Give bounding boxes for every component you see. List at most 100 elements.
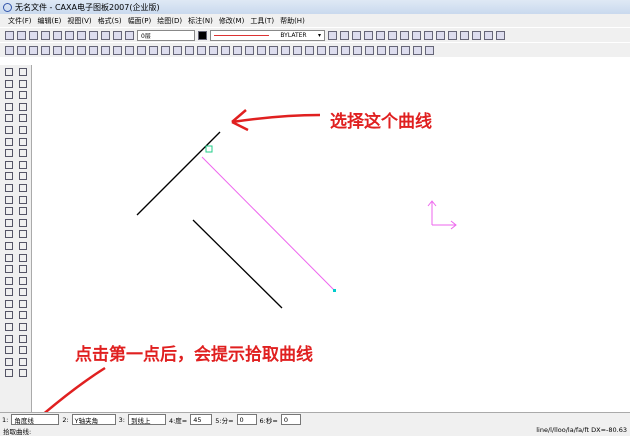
paste-icon[interactable] bbox=[77, 30, 86, 40]
tool-icon[interactable] bbox=[19, 149, 27, 158]
menu-tools[interactable]: 工具(T) bbox=[250, 16, 274, 26]
tool-icon[interactable] bbox=[161, 45, 170, 55]
tool-icon[interactable] bbox=[137, 45, 146, 55]
tool-icon[interactable] bbox=[19, 172, 27, 181]
tool-icon[interactable] bbox=[113, 45, 122, 55]
tool-icon[interactable] bbox=[19, 346, 27, 355]
cut-icon[interactable] bbox=[53, 30, 62, 40]
undo-icon[interactable] bbox=[89, 30, 98, 40]
curve-line-2[interactable] bbox=[192, 219, 283, 309]
tool-icon[interactable] bbox=[5, 218, 13, 227]
tool-icon[interactable] bbox=[5, 311, 13, 320]
tool-icon[interactable] bbox=[19, 288, 27, 297]
tool-icon[interactable] bbox=[389, 45, 398, 55]
tool-icon[interactable] bbox=[19, 125, 27, 134]
redo-icon[interactable] bbox=[101, 30, 110, 40]
print-icon[interactable] bbox=[41, 30, 50, 40]
tool-icon[interactable] bbox=[19, 218, 27, 227]
tool-icon[interactable] bbox=[5, 241, 13, 250]
tool-icon[interactable] bbox=[365, 45, 374, 55]
tool-icon[interactable] bbox=[19, 160, 27, 169]
circle-tool-icon[interactable] bbox=[5, 91, 13, 100]
tool-icon[interactable] bbox=[19, 369, 27, 378]
tool-icon[interactable] bbox=[29, 45, 38, 55]
menu-view[interactable]: 视图(V) bbox=[67, 16, 91, 26]
second-input[interactable]: 0 bbox=[280, 414, 301, 425]
tool-icon[interactable] bbox=[77, 45, 86, 55]
tool-icon[interactable] bbox=[5, 253, 13, 262]
layer-select[interactable]: 0层 bbox=[137, 29, 195, 41]
tool-icon[interactable] bbox=[317, 45, 326, 55]
tool-icon[interactable] bbox=[19, 334, 27, 343]
tool-icon[interactable] bbox=[413, 45, 422, 55]
tool-icon[interactable] bbox=[388, 30, 397, 40]
tool-icon[interactable] bbox=[5, 137, 13, 146]
tool-icon[interactable] bbox=[19, 311, 27, 320]
menu-file[interactable]: 文件(F) bbox=[8, 16, 32, 26]
tool-icon[interactable] bbox=[19, 276, 27, 285]
tool-icon[interactable] bbox=[5, 357, 13, 366]
line-type-select[interactable]: 角度线 bbox=[11, 414, 60, 425]
tool-icon[interactable] bbox=[5, 125, 13, 134]
help-icon[interactable] bbox=[113, 30, 122, 40]
tool-icon[interactable] bbox=[19, 241, 27, 250]
tool-icon[interactable] bbox=[5, 265, 13, 274]
tool-icon[interactable] bbox=[5, 323, 13, 332]
tool-icon[interactable] bbox=[89, 45, 98, 55]
tool-icon[interactable] bbox=[19, 91, 27, 100]
tool-icon[interactable] bbox=[293, 45, 302, 55]
menu-sheet[interactable]: 幅面(P) bbox=[128, 16, 152, 26]
tool-icon[interactable] bbox=[269, 45, 278, 55]
menu-help[interactable]: 帮助(H) bbox=[280, 16, 305, 26]
tool-icon[interactable] bbox=[101, 45, 110, 55]
tool-icon[interactable] bbox=[19, 114, 27, 123]
tool-icon[interactable] bbox=[5, 207, 13, 216]
tool-icon[interactable] bbox=[352, 30, 361, 40]
tool-icon[interactable] bbox=[5, 195, 13, 204]
tool-icon[interactable] bbox=[340, 30, 349, 40]
tool-icon[interactable] bbox=[257, 45, 266, 55]
menu-modify[interactable]: 修改(M) bbox=[219, 16, 245, 26]
tool-icon[interactable] bbox=[5, 299, 13, 308]
tool-icon[interactable] bbox=[221, 45, 230, 55]
tool-icon[interactable] bbox=[484, 30, 493, 40]
tool-icon[interactable] bbox=[5, 276, 13, 285]
tool-icon[interactable] bbox=[19, 195, 27, 204]
tool-icon[interactable] bbox=[412, 30, 421, 40]
tool-icon[interactable] bbox=[5, 346, 13, 355]
tool-icon[interactable] bbox=[401, 45, 410, 55]
menu-format[interactable]: 格式(S) bbox=[98, 16, 122, 26]
tool-icon[interactable] bbox=[496, 30, 505, 40]
tool-icon[interactable] bbox=[19, 357, 27, 366]
tool-icon[interactable] bbox=[364, 30, 373, 40]
new-icon[interactable] bbox=[5, 30, 14, 40]
tool-icon[interactable] bbox=[281, 45, 290, 55]
tool-icon[interactable] bbox=[19, 183, 27, 192]
tool-icon[interactable] bbox=[245, 45, 254, 55]
tool-icon[interactable] bbox=[436, 30, 445, 40]
tool-icon[interactable] bbox=[5, 334, 13, 343]
tool-icon[interactable] bbox=[5, 288, 13, 297]
tool-icon[interactable] bbox=[400, 30, 409, 40]
tool-icon[interactable] bbox=[41, 45, 50, 55]
tool-icon[interactable] bbox=[424, 30, 433, 40]
color-icon[interactable] bbox=[198, 30, 207, 40]
minute-input[interactable]: 0 bbox=[236, 414, 257, 425]
tool-icon[interactable] bbox=[19, 299, 27, 308]
layer-icon[interactable] bbox=[125, 30, 134, 40]
tool-icon[interactable] bbox=[19, 102, 27, 111]
tool-icon[interactable] bbox=[5, 183, 13, 192]
open-icon[interactable] bbox=[17, 30, 26, 40]
tool-icon[interactable] bbox=[5, 172, 13, 181]
tool-icon[interactable] bbox=[19, 230, 27, 239]
tool-icon[interactable] bbox=[197, 45, 206, 55]
tool-icon[interactable] bbox=[173, 45, 182, 55]
tool-icon[interactable] bbox=[448, 30, 457, 40]
tool-icon[interactable] bbox=[233, 45, 242, 55]
tool-icon[interactable] bbox=[376, 30, 385, 40]
menu-edit[interactable]: 编辑(E) bbox=[38, 16, 62, 26]
tool-icon[interactable] bbox=[353, 45, 362, 55]
tool-icon[interactable] bbox=[5, 369, 13, 378]
tool-icon[interactable] bbox=[19, 207, 27, 216]
tool-icon[interactable] bbox=[65, 45, 74, 55]
